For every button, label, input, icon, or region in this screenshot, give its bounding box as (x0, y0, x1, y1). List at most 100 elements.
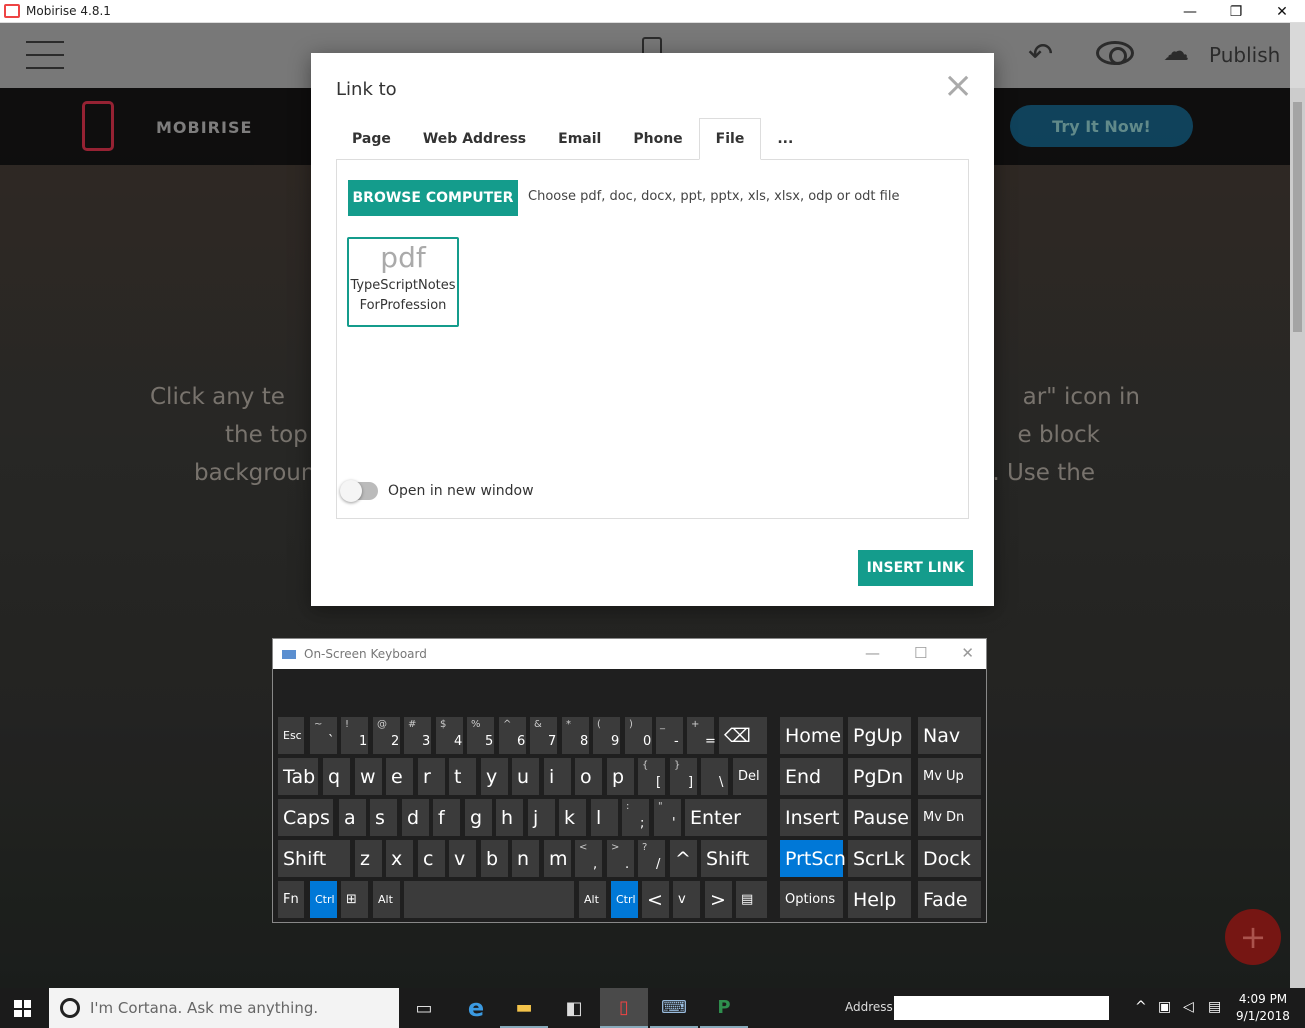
osk-minimize-button[interactable]: — (865, 644, 880, 662)
osk-key-enter[interactable]: Enter (685, 799, 767, 836)
osk-key-shift[interactable]: Shift (701, 840, 767, 877)
osk-key-shift[interactable]: Shift (278, 840, 350, 877)
osk-key-alt[interactable]: Alt (373, 881, 400, 918)
osk-key-symbol[interactable]: > (705, 881, 732, 918)
osk-key-c[interactable]: c (418, 840, 445, 877)
osk-key-symbol[interactable]: ^ (670, 840, 697, 877)
osk-maximize-button[interactable]: ☐ (914, 644, 927, 662)
osk-key-symbol[interactable]: + = (687, 717, 716, 754)
tab-more[interactable]: ... (761, 118, 809, 160)
osk-key-x[interactable]: x (386, 840, 413, 877)
osk-key-symbol[interactable]: ▤ (736, 881, 767, 918)
osk-key-symbol[interactable]: ⌫ (719, 717, 767, 754)
windows-start-icon[interactable] (14, 1000, 31, 1017)
system-clock[interactable]: 4:09 PM 9/1/2018 (1232, 991, 1294, 1025)
show-hidden-icons-chevron-icon[interactable]: ^ (1135, 999, 1147, 1015)
osk-key-symbol[interactable]: :; (622, 799, 649, 836)
osk-key-l[interactable]: l (591, 799, 618, 836)
osk-key-fn[interactable]: Fn (278, 881, 304, 918)
tab-file[interactable]: File (698, 118, 762, 160)
osk-key-prtscn[interactable]: PrtScn (780, 840, 846, 877)
osk-key-s[interactable]: s (370, 799, 397, 836)
insert-link-button[interactable]: INSERT LINK (858, 550, 973, 586)
osk-key-v[interactable]: v (449, 840, 476, 877)
osk-key-scrlk[interactable]: ScrLk (848, 840, 911, 877)
tab-phone[interactable]: Phone (617, 118, 698, 160)
osk-key-esc[interactable]: Esc (278, 717, 304, 754)
osk-key-options[interactable]: Options (780, 881, 843, 918)
osk-key-symbol[interactable]: < (642, 881, 669, 918)
osk-key-p[interactable]: p (607, 758, 634, 795)
store-icon[interactable]: ◧ (550, 988, 598, 1028)
osk-key-7[interactable]: & 7 (530, 717, 557, 754)
osk-key-q[interactable]: q (323, 758, 350, 795)
action-center-icon[interactable]: ▤ (1208, 999, 1221, 1015)
osk-key-t[interactable]: t (449, 758, 476, 795)
file-item[interactable]: pdf TypeScriptNotesForProfession (347, 237, 459, 327)
osk-key-symbol[interactable]: ⊞ (341, 881, 368, 918)
task-view-icon[interactable]: ▭ (400, 988, 448, 1028)
osk-key-symbol[interactable] (404, 881, 574, 918)
osk-key-mvup[interactable]: Mv Up (918, 758, 981, 795)
edge-browser-icon[interactable]: e (452, 988, 500, 1028)
osk-key-insert[interactable]: Insert (780, 799, 843, 836)
osk-key-y[interactable]: y (481, 758, 508, 795)
osk-key-dock[interactable]: Dock (918, 840, 981, 877)
osk-key-symbol[interactable]: " ' (654, 799, 681, 836)
osk-key-h[interactable]: h (496, 799, 523, 836)
osk-key-1[interactable]: ! 1 (341, 717, 368, 754)
osk-key-symbol[interactable]: }] (670, 758, 697, 795)
osk-key-tab[interactable]: Tab (278, 758, 318, 795)
osk-key-mvdn[interactable]: Mv Dn (918, 799, 981, 836)
osk-key-3[interactable]: #3 (404, 717, 431, 754)
osk-key-caps[interactable]: Caps (278, 799, 333, 836)
close-icon[interactable]: × (943, 68, 973, 104)
file-explorer-icon[interactable]: ▬ (500, 988, 548, 1028)
volume-muted-icon[interactable]: ◁ (1183, 999, 1194, 1015)
osk-key-5[interactable]: % 5 (467, 717, 494, 754)
osk-key-z[interactable]: z (355, 840, 382, 877)
tab-email[interactable]: Email (542, 118, 617, 160)
osk-key-nav[interactable]: Nav (918, 717, 981, 754)
osk-key-o[interactable]: o (575, 758, 602, 795)
osk-key-j[interactable]: j (528, 799, 555, 836)
osk-key-2[interactable]: @2 (373, 717, 400, 754)
osk-key-8[interactable]: * 8 (562, 717, 589, 754)
osk-key-n[interactable]: n (512, 840, 539, 877)
osk-key-w[interactable]: w (355, 758, 382, 795)
network-icon[interactable]: ▣ (1158, 999, 1171, 1015)
osk-key-d[interactable]: d (402, 799, 429, 836)
osk-close-button[interactable]: ✕ (961, 644, 974, 662)
osk-key-end[interactable]: End (780, 758, 843, 795)
close-window-button[interactable]: ✕ (1259, 0, 1305, 23)
new-window-toggle[interactable] (340, 480, 378, 502)
osk-key-4[interactable]: $4 (436, 717, 463, 754)
osk-key-a[interactable]: a (339, 799, 366, 836)
osk-key-e[interactable]: e (386, 758, 413, 795)
maximize-button[interactable]: ❐ (1213, 0, 1259, 23)
osk-key-home[interactable]: Home (780, 717, 843, 754)
address-toolbar-input[interactable] (894, 996, 1109, 1020)
osk-key-6[interactable]: ^ 6 (499, 717, 526, 754)
osk-key-f[interactable]: f (433, 799, 460, 836)
osk-key-v[interactable]: v (673, 881, 700, 918)
osk-key-symbol[interactable]: ? / (638, 840, 665, 877)
publisher-icon[interactable]: P (700, 988, 748, 1028)
mobirise-taskbar-icon[interactable]: ▯ (600, 988, 648, 1028)
tab-page[interactable]: Page (336, 118, 407, 160)
osk-key-help[interactable]: Help (848, 881, 911, 918)
osk-key-symbol[interactable]: ~ ` (310, 717, 337, 754)
osk-key-alt[interactable]: Alt (579, 881, 606, 918)
osk-key-symbol[interactable]: \ (701, 758, 728, 795)
osk-key-pgdn[interactable]: PgDn (848, 758, 911, 795)
minimize-button[interactable]: — (1167, 0, 1213, 23)
osk-key-u[interactable]: u (512, 758, 539, 795)
osk-key-m[interactable]: m (544, 840, 571, 877)
osk-key-pgup[interactable]: PgUp (848, 717, 911, 754)
osk-key-symbol[interactable]: {[ (638, 758, 665, 795)
cortana-search-box[interactable]: I'm Cortana. Ask me anything. (49, 988, 399, 1028)
browse-computer-button[interactable]: BROWSE COMPUTER (348, 180, 518, 216)
osk-key-symbol[interactable]: <, (575, 840, 602, 877)
osk-key-k[interactable]: k (559, 799, 586, 836)
osk-key-symbol[interactable]: _ - (656, 717, 683, 754)
